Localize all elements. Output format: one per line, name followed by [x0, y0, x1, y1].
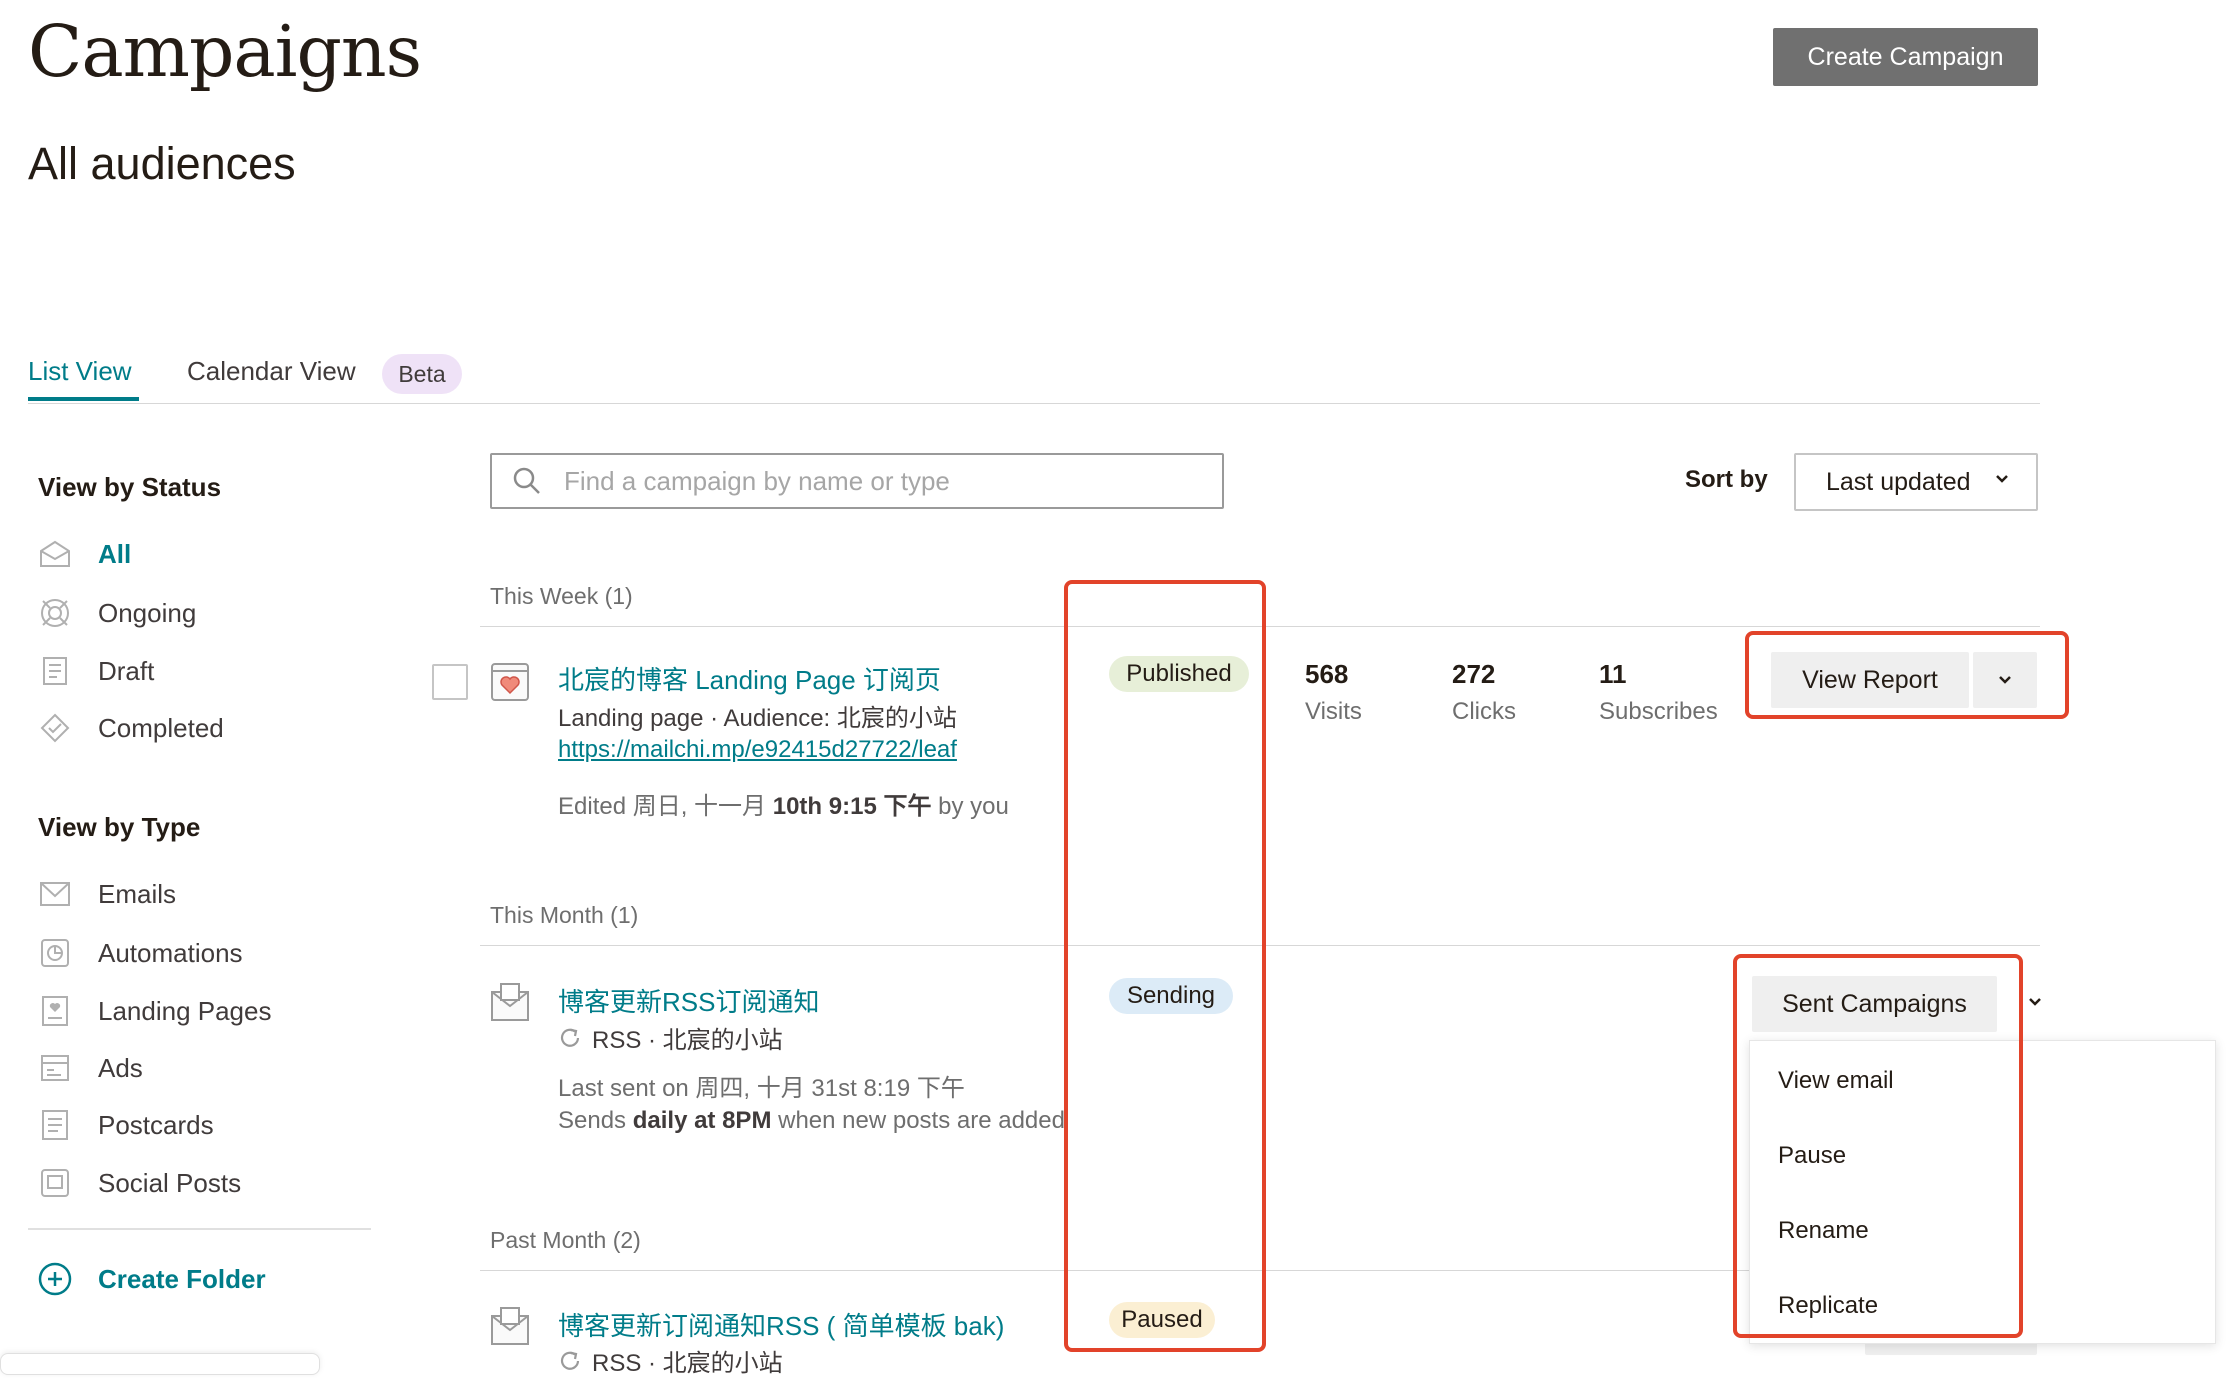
sidebar-divider	[28, 1228, 371, 1230]
campaign-meta: RSS · 北宸的小站	[558, 1020, 783, 1055]
stat-visits-value: 568	[1305, 659, 1349, 689]
draft-icon	[38, 654, 72, 688]
sends-suffix: when new posts are added	[771, 1107, 1065, 1134]
edited-date: 10th 9:15 下午	[772, 793, 932, 820]
rss-email-icon	[490, 1306, 530, 1346]
sidebar-item-completed[interactable]: Completed	[38, 710, 224, 746]
bottom-panel-edge	[0, 1353, 320, 1375]
sidebar-item-ongoing[interactable]: Ongoing	[38, 595, 196, 631]
sort-selected-value: Last updated	[1826, 467, 1971, 496]
campaign-meta: Landing page · Audience: 北宸的小站	[558, 705, 957, 732]
active-tab-indicator	[28, 397, 139, 401]
sort-by-label: Sort by	[1685, 466, 1768, 493]
all-campaigns-icon	[38, 537, 72, 571]
sidebar-item-landing-pages[interactable]: Landing Pages	[38, 993, 271, 1029]
sidebar-item-label: Ongoing	[98, 597, 197, 628]
status-column-highlight	[1064, 580, 1266, 1352]
view-by-type-heading: View by Type	[38, 812, 201, 842]
create-folder-link[interactable]: Create Folder	[38, 1262, 266, 1296]
stat-clicks-value: 272	[1452, 659, 1496, 689]
social-post-icon	[38, 1166, 72, 1200]
group-heading-past-month: Past Month (2)	[490, 1227, 641, 1253]
stat-clicks-label: Clicks	[1452, 698, 1516, 725]
sidebar-item-label: Draft	[98, 655, 155, 686]
campaign-checkbox[interactable]	[432, 664, 468, 700]
sends-prefix: Sends	[558, 1107, 633, 1134]
automation-icon	[38, 936, 72, 970]
audience-subtitle: All audiences	[28, 138, 296, 189]
campaign-edited-note: Edited 周日, 十一月 10th 9:15 下午 by you	[558, 786, 1009, 821]
edited-prefix: Edited 周日, 十一月	[558, 793, 773, 820]
landing-page-icon	[490, 660, 530, 702]
page-title: Campaigns	[28, 10, 422, 93]
postcard-icon	[38, 1108, 72, 1142]
create-campaign-button[interactable]: Create Campaign	[1773, 28, 2038, 86]
rss-meta-text: RSS · 北宸的小站	[592, 1027, 783, 1054]
sends-time: daily at 8PM	[632, 1107, 772, 1134]
sidebar-item-ads[interactable]: Ads	[38, 1050, 143, 1086]
email-icon	[38, 877, 72, 911]
view-by-status-heading: View by Status	[38, 472, 222, 502]
group-heading-this-week: This Week (1)	[490, 583, 633, 609]
view-report-highlight	[1745, 631, 2069, 719]
edited-suffix: by you	[931, 793, 1009, 820]
campaign-meta: RSS · 北宸的小站	[558, 1343, 783, 1378]
plus-circle-icon	[38, 1262, 72, 1296]
rss-meta-text: RSS · 北宸的小站	[592, 1350, 783, 1377]
sort-select[interactable]: Last updated	[1794, 453, 2038, 511]
ads-icon	[38, 1051, 72, 1085]
group-heading-this-month: This Month (1)	[490, 902, 639, 928]
last-sent-note: Last sent on 周四, 十月 31st 8:19 下午	[558, 1075, 965, 1102]
campaign-title-link[interactable]: 北宸的博客 Landing Page 订阅页	[558, 660, 941, 697]
sidebar-item-draft[interactable]: Draft	[38, 653, 154, 689]
search-icon	[512, 466, 542, 496]
tabs-divider	[28, 403, 2040, 404]
campaign-search[interactable]	[490, 453, 1224, 509]
tab-calendar-view[interactable]: Calendar View	[187, 356, 356, 387]
stat-subscribes-value: 11	[1599, 659, 1627, 689]
chevron-down-icon	[1994, 471, 2010, 487]
chevron-down-icon[interactable]	[2027, 994, 2043, 1010]
sidebar-item-label: Postcards	[98, 1109, 214, 1140]
sidebar-item-label: Completed	[98, 712, 224, 743]
sidebar-item-social-posts[interactable]: Social Posts	[38, 1165, 241, 1201]
sidebar-item-label: All	[98, 538, 132, 569]
ongoing-icon	[38, 596, 72, 630]
sidebar-item-automations[interactable]: Automations	[38, 935, 243, 971]
landing-page-icon	[38, 994, 72, 1028]
campaign-title-link[interactable]: 博客更新RSS订阅通知	[558, 982, 819, 1019]
sidebar-item-postcards[interactable]: Postcards	[38, 1107, 214, 1143]
sidebar-item-label: Social Posts	[98, 1167, 242, 1198]
sends-schedule-note: Sends daily at 8PM when new posts are ad…	[558, 1107, 1065, 1135]
dropdown-menu-highlight	[1733, 954, 2023, 1338]
search-input[interactable]	[562, 464, 1186, 498]
refresh-icon	[558, 1026, 582, 1050]
sidebar-item-label: Emails	[98, 878, 177, 909]
sidebar-item-label: Ads	[98, 1052, 143, 1083]
sidebar-item-emails[interactable]: Emails	[38, 876, 176, 912]
beta-badge: Beta	[382, 354, 462, 394]
completed-icon	[38, 711, 72, 745]
sidebar-item-label: Landing Pages	[98, 995, 272, 1026]
refresh-icon	[558, 1349, 582, 1373]
landing-page-url[interactable]: https://mailchi.mp/e92415d27722/leaf	[558, 736, 957, 764]
tab-list-view[interactable]: List View	[28, 356, 132, 387]
rss-email-icon	[490, 982, 530, 1022]
stat-subscribes-label: Subscribes	[1599, 698, 1718, 725]
stat-visits-label: Visits	[1305, 698, 1362, 725]
sidebar-item-label: Automations	[98, 937, 243, 968]
campaign-title-link[interactable]: 博客更新订阅通知RSS ( 简单模板 bak)	[558, 1306, 1004, 1343]
create-folder-label: Create Folder	[98, 1263, 266, 1294]
sidebar-item-all[interactable]: All	[38, 536, 131, 572]
